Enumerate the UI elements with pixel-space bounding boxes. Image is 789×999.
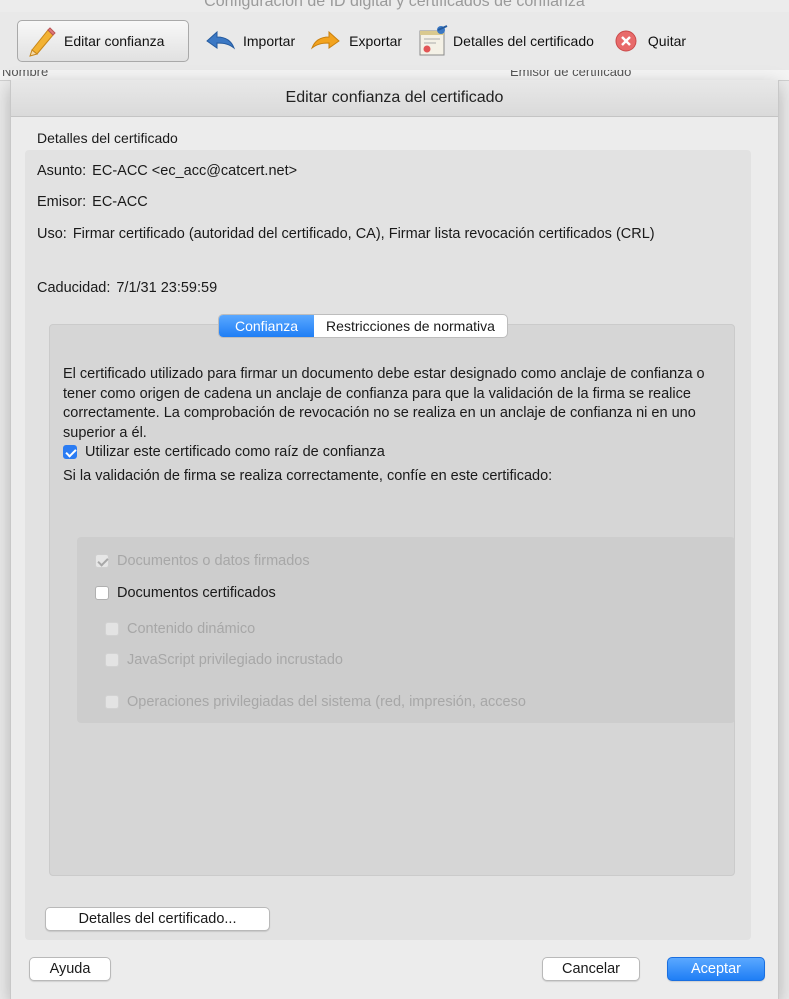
certified-documents-option[interactable]: Documentos certificados — [95, 585, 276, 601]
root-trust-label: Utilizar este certificado como raíz de c… — [85, 444, 385, 460]
import-label: Importar — [243, 33, 296, 49]
import-button[interactable]: Importar — [203, 20, 295, 62]
background-window-title: Configuración de ID digital y certificad… — [204, 0, 585, 10]
certificate-icon — [419, 25, 448, 56]
certificate-details-heading: Detalles del certificado — [37, 130, 178, 146]
certificate-details-dialog-button[interactable]: Detalles del certificado... — [45, 907, 270, 931]
privileged-system-operations-label: Operaciones privilegiadas del sistema (r… — [127, 694, 526, 710]
certificate-details-box: Asunto: EC-ACC <ec_acc@catcert.net> Emiso… — [25, 150, 751, 940]
help-button[interactable]: Ayuda — [29, 957, 111, 981]
privileged-javascript-checkbox[interactable] — [105, 653, 119, 667]
tab-bar: Confianza Restricciones de normativa — [218, 314, 508, 338]
privileged-javascript-label: JavaScript privilegiado incrustado — [127, 652, 343, 668]
tab-policy-restrictions[interactable]: Restricciones de normativa — [314, 315, 507, 337]
expiry-row: Caducidad: 7/1/31 23:59:59 — [37, 279, 217, 298]
signed-documents-checkbox[interactable] — [95, 554, 109, 568]
issuer-value: EC-ACC — [92, 194, 148, 210]
accept-button[interactable]: Aceptar — [667, 957, 765, 981]
trust-description: El certificado utilizado para firmar un … — [63, 366, 705, 441]
dynamic-content-checkbox[interactable] — [105, 622, 119, 636]
cancel-button[interactable]: Cancelar — [542, 957, 640, 981]
column-header-name[interactable]: Nombre — [2, 70, 48, 79]
pencil-icon — [29, 27, 56, 57]
root-trust-checkbox[interactable] — [63, 445, 77, 459]
edit-trust-button[interactable]: Editar confianza — [17, 20, 189, 62]
edit-trust-label: Editar confianza — [64, 33, 165, 49]
subject-label: Asunto: — [37, 163, 87, 179]
dynamic-content-label: Contenido dinámico — [127, 621, 256, 637]
tab-trust[interactable]: Confianza — [219, 315, 315, 337]
remove-circle-icon — [615, 30, 637, 52]
privileged-system-operations-checkbox[interactable] — [105, 695, 119, 709]
subject-row: Asunto: EC-ACC <ec_acc@catcert.net> — [37, 162, 297, 181]
column-header-issuer[interactable]: Emisor de certificado — [510, 70, 631, 79]
subject-value: EC-ACC <ec_acc@catcert.net> — [92, 163, 298, 179]
certified-documents-checkbox[interactable] — [95, 586, 109, 600]
certified-documents-label: Documentos certificados — [117, 585, 276, 601]
certificate-details-button[interactable]: Detalles del certificado — [416, 20, 594, 62]
signed-documents-label: Documentos o datos firmados — [117, 553, 310, 569]
dialog-title: Editar confianza del certificado — [11, 80, 778, 117]
privileged-system-operations-option[interactable]: Operaciones privilegiadas del sistema (r… — [105, 694, 526, 710]
expiry-label: Caducidad: — [37, 280, 111, 296]
certificate-details-label: Detalles del certificado — [453, 33, 594, 49]
export-label: Exportar — [349, 33, 403, 49]
export-button[interactable]: Exportar — [309, 20, 402, 62]
trust-options-box: Documentos o datos firmados Documentos c… — [77, 537, 735, 723]
privileged-javascript-option[interactable]: JavaScript privilegiado incrustado — [105, 652, 343, 668]
usage-label: Uso: — [37, 226, 67, 242]
remove-button[interactable]: Quitar — [614, 20, 686, 62]
issuer-row: Emisor: EC-ACC — [37, 193, 148, 212]
edit-trust-dialog: Editar confianza del certificado Detalle… — [10, 80, 779, 999]
arrow-left-icon — [206, 30, 236, 50]
remove-label: Quitar — [647, 33, 687, 49]
toolbar: Editar confianza Importar Exportar Detal… — [0, 12, 789, 70]
usage-row: Uso: Firmar certificado (autoridad del ce… — [37, 225, 742, 244]
root-trust-checkbox-row[interactable]: Utilizar este certificado como raíz de c… — [63, 444, 385, 460]
issuer-label: Emisor: — [37, 194, 87, 210]
dynamic-content-option[interactable]: Contenido dinámico — [105, 621, 255, 637]
signed-documents-option[interactable]: Documentos o datos firmados — [95, 553, 310, 569]
trust-question: Si la validación de firma se realiza cor… — [63, 468, 553, 484]
arrow-right-icon — [311, 30, 340, 50]
trust-tab-panel: El certificado utilizado para firmar un … — [49, 324, 735, 876]
expiry-value: 7/1/31 23:59:59 — [116, 280, 218, 296]
usage-value: Firmar certificado (autoridad del certif… — [72, 226, 655, 242]
